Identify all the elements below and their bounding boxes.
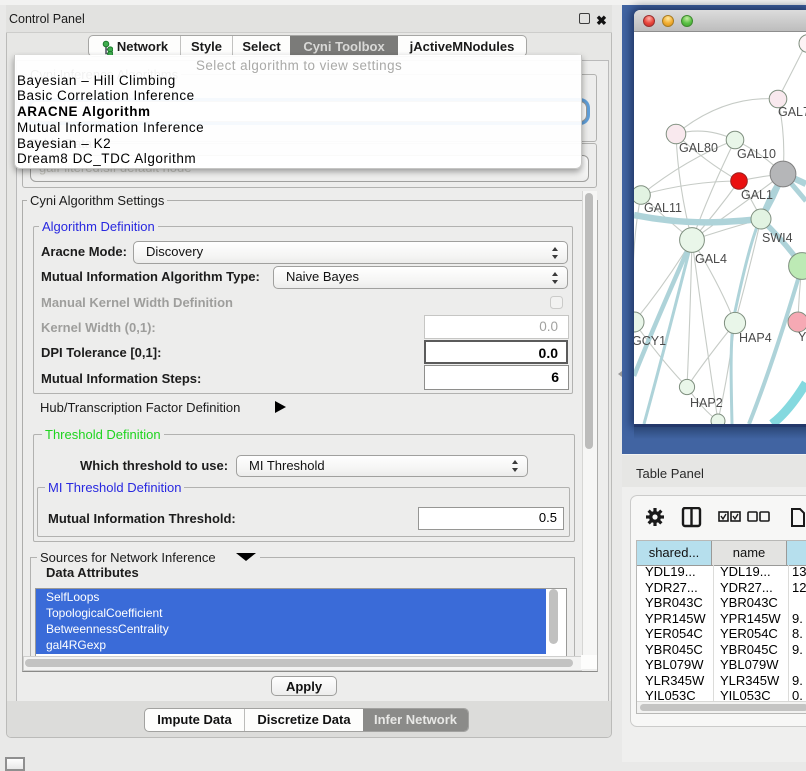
svg-text:GAL11: GAL11 [644, 201, 682, 215]
svg-text:GAL10: GAL10 [737, 147, 776, 161]
svg-text:GAL1: GAL1 [741, 188, 773, 202]
svg-text:GAL80: GAL80 [679, 141, 718, 155]
svg-text:HAP2: HAP2 [690, 396, 723, 410]
svg-text:GCY1: GCY1 [634, 334, 666, 348]
svg-text:Y: Y [798, 330, 806, 344]
svg-text:HAP4: HAP4 [739, 331, 772, 345]
svg-text:GAL4: GAL4 [695, 252, 727, 266]
svg-text:SWI4: SWI4 [762, 231, 793, 245]
svg-text:GAL7: GAL7 [778, 105, 806, 119]
